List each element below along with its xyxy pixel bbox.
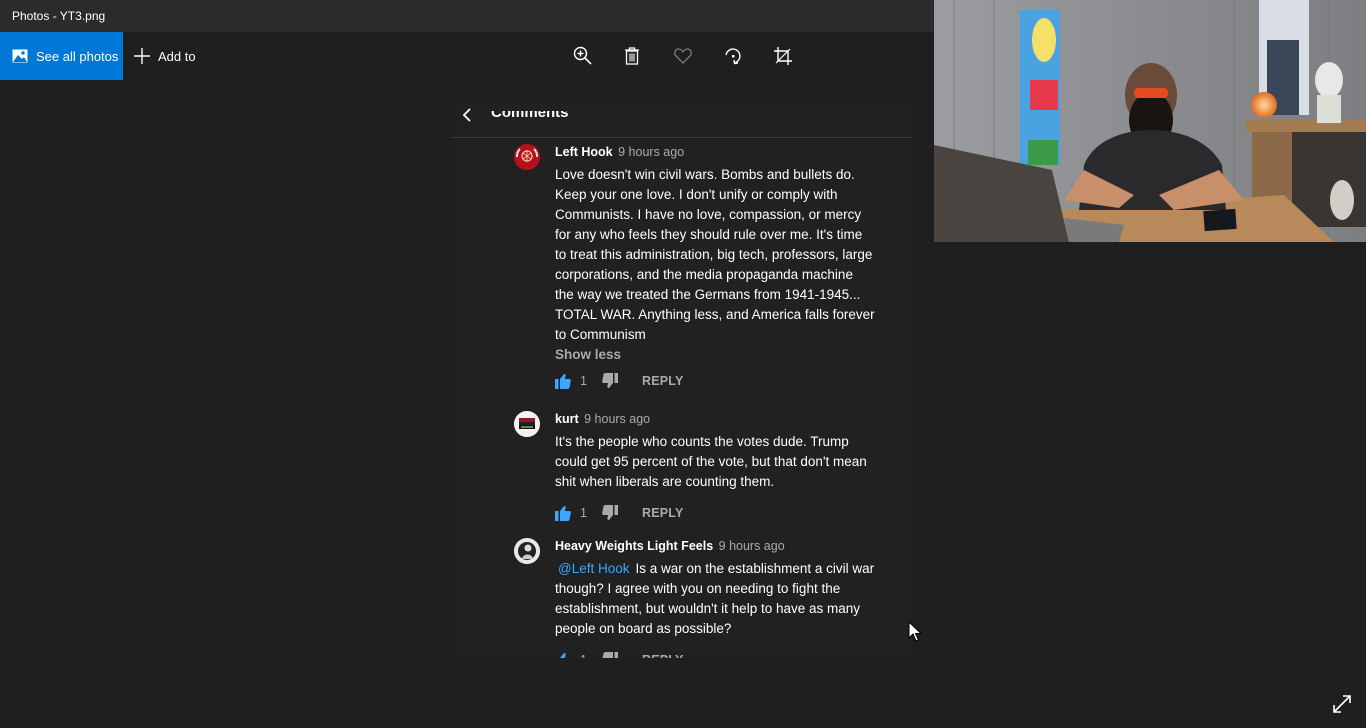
comment-time[interactable]: 9 hours ago <box>584 412 650 426</box>
comment-text: @Left Hook Is a war on the establishment … <box>555 559 875 639</box>
mention-link[interactable]: @Left Hook <box>555 561 630 576</box>
crop-icon <box>774 47 792 65</box>
avatar[interactable] <box>514 144 540 170</box>
zoom-in-icon <box>573 46 592 65</box>
reply-button[interactable]: REPLY <box>642 653 684 658</box>
like-count: 1 <box>580 653 600 658</box>
see-all-photos-button[interactable]: See all photos <box>0 32 123 80</box>
favorite-button[interactable] <box>669 44 697 68</box>
add-to-label: Add to <box>158 48 196 64</box>
reply-button[interactable]: REPLY <box>642 506 684 520</box>
webcam-feed <box>934 0 1366 242</box>
thumbs-down-icon[interactable] <box>602 505 618 521</box>
like-count: 1 <box>580 374 587 388</box>
show-less-link[interactable]: Show less <box>555 347 885 362</box>
zoom-button[interactable] <box>569 44 597 68</box>
rotate-button[interactable] <box>719 44 747 68</box>
webcam-image <box>934 0 1366 242</box>
reply-button[interactable]: REPLY <box>642 374 684 388</box>
thumbs-up-icon[interactable] <box>555 505 571 521</box>
comment-author[interactable]: Left Hook <box>555 145 613 159</box>
photo-icon <box>12 49 28 63</box>
mouse-cursor-icon <box>908 621 922 642</box>
avatar[interactable] <box>514 538 540 564</box>
plus-icon <box>134 48 150 64</box>
comment-actions: 1 REPLY <box>555 371 885 391</box>
window-title: Photos - YT3.png <box>12 9 106 23</box>
comment-author[interactable]: Heavy Weights Light Feels <box>555 539 713 553</box>
comment-text: Love doesn't win civil wars. Bombs and b… <box>555 167 875 342</box>
like-count: 1 <box>580 506 587 520</box>
thumbs-up-icon[interactable] <box>555 652 571 658</box>
expand-icon[interactable] <box>1330 692 1354 716</box>
comments-title: Comments <box>491 104 569 121</box>
comment-text: It's the people who counts the votes dud… <box>555 434 867 489</box>
crop-button[interactable] <box>769 44 797 68</box>
title-bar: Photos - YT3.png <box>0 0 934 32</box>
toolbar: See all photos Add to <box>0 32 934 80</box>
thumbs-down-icon[interactable] <box>602 373 618 389</box>
see-all-photos-label: See all photos <box>36 48 119 64</box>
comments-header: Comments <box>452 100 912 138</box>
comment-actions: 1 REPLY <box>555 503 885 523</box>
thumbs-down-icon[interactable] <box>602 652 618 658</box>
rotate-icon <box>725 48 741 65</box>
delete-button[interactable] <box>618 44 646 68</box>
comment-time[interactable]: 9 hours ago <box>719 539 785 553</box>
back-arrow-icon[interactable] <box>461 108 473 122</box>
trash-icon <box>625 47 639 65</box>
add-to-button[interactable]: Add to <box>134 32 196 80</box>
comment-actions: 1 REPLY <box>555 650 885 658</box>
avatar[interactable] <box>514 411 540 437</box>
thumbs-up-icon[interactable] <box>555 373 571 389</box>
heart-icon <box>674 48 692 64</box>
comment-author[interactable]: kurt <box>555 412 579 426</box>
comment-time[interactable]: 9 hours ago <box>618 145 684 159</box>
comments-panel: Comments Left Hook 9 hours ago Love does… <box>452 100 912 658</box>
